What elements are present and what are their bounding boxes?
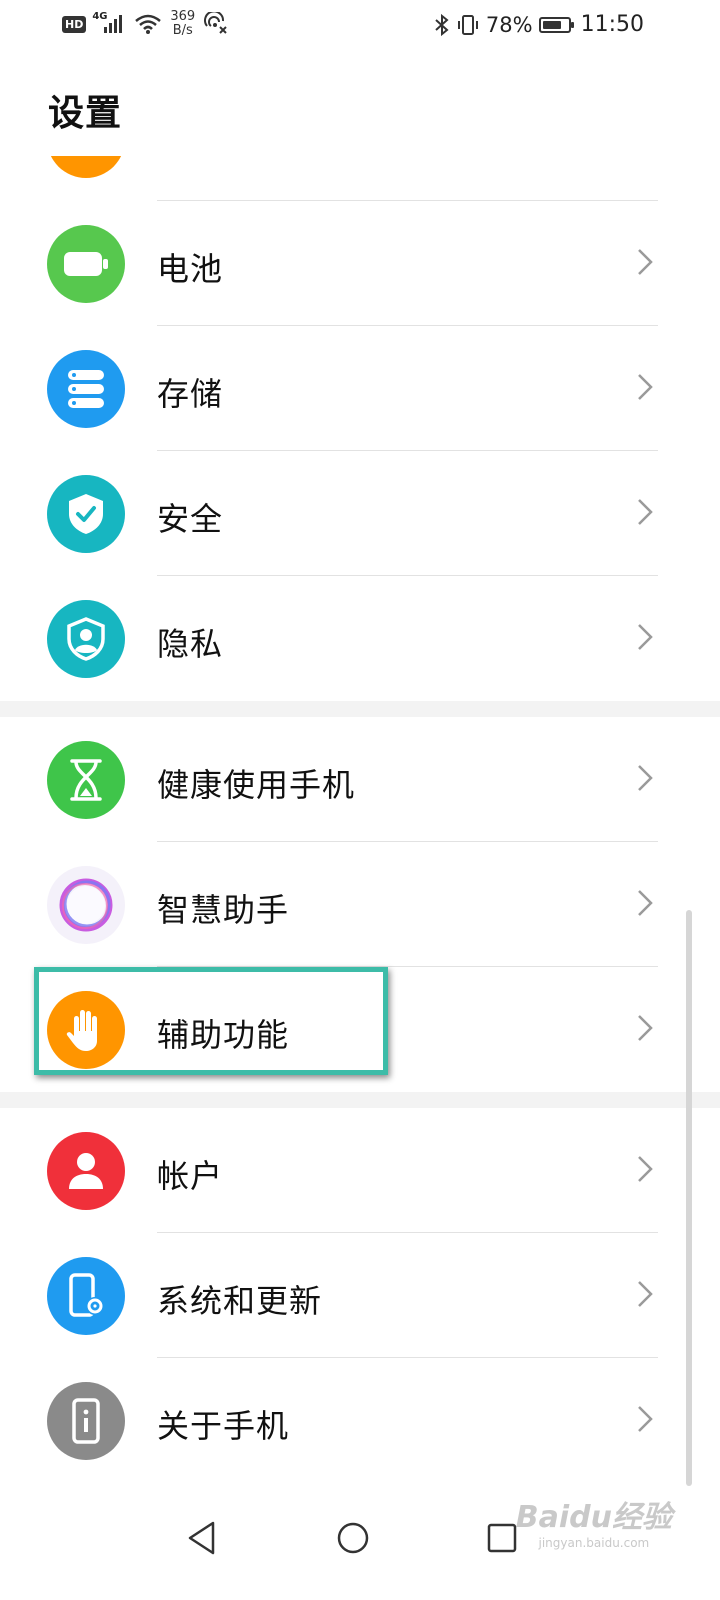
chevron-right-icon — [638, 1015, 653, 1041]
settings-item-label: 存储 — [157, 375, 224, 413]
chevron-right-icon — [638, 374, 653, 400]
shield-check-icon — [47, 475, 125, 553]
privacy-shield-icon — [47, 600, 125, 678]
settings-item-label: 电池 — [157, 250, 224, 288]
account-icon — [47, 1132, 125, 1210]
settings-item-label: 关于手机 — [157, 1407, 290, 1445]
phone-settings-icon — [47, 1257, 125, 1335]
settings-item-label: 系统和更新 — [157, 1282, 323, 1320]
settings-item-system-update[interactable]: 系统和更新 — [0, 1233, 720, 1358]
back-button[interactable] — [174, 1510, 230, 1566]
settings-item-storage[interactable]: 存储 — [0, 326, 720, 451]
speed-unit: B/s — [172, 23, 193, 38]
scrollbar[interactable] — [686, 910, 692, 1486]
hotspot-off-icon — [204, 12, 227, 34]
section-gap — [0, 1092, 720, 1108]
clock: 11:50 — [580, 12, 644, 37]
settings-item-label: 隐私 — [157, 625, 224, 663]
recents-icon — [487, 1523, 517, 1553]
watermark: Baidu经验 jingyan.baidu.com — [516, 1492, 672, 1550]
chevron-right-icon — [638, 499, 653, 525]
battery-icon — [538, 16, 574, 33]
settings-item-account[interactable]: 帐户 — [0, 1108, 720, 1233]
chevron-right-icon — [638, 765, 653, 791]
bluetooth-icon — [435, 13, 449, 36]
home-button[interactable] — [325, 1510, 381, 1566]
settings-list: 电池 存储 安全 隐私 健康使用手机 智慧助手 辅助功能 帐户 系统和更新 关于… — [0, 201, 720, 1483]
home-icon — [337, 1522, 369, 1554]
section-gap — [0, 701, 720, 717]
battery-icon — [47, 225, 125, 303]
hd-badge: HD — [62, 15, 87, 33]
chevron-right-icon — [638, 249, 653, 275]
storage-icon — [47, 350, 125, 428]
chevron-right-icon — [638, 624, 653, 650]
vibrate-icon — [457, 14, 478, 35]
chevron-right-icon — [638, 1281, 653, 1307]
status-right: 78% 11:50 — [434, 12, 644, 37]
status-left: HD 4G 369 B/s — [62, 10, 229, 38]
settings-item-digital-balance[interactable]: 健康使用手机 — [0, 717, 720, 842]
network-speed: 369 B/s — [170, 10, 195, 38]
section-system: 帐户 系统和更新 关于手机 — [0, 1108, 720, 1483]
network-type: 4G — [92, 11, 108, 22]
speed-value: 369 — [170, 9, 196, 24]
settings-item-battery[interactable]: 电池 — [0, 201, 720, 326]
settings-item-smart-assistant[interactable]: 智慧助手 — [0, 842, 720, 967]
annotation-highlight-box — [34, 967, 388, 1075]
settings-item-label: 健康使用手机 — [157, 766, 356, 804]
chevron-right-icon — [638, 890, 653, 916]
section-device: 电池 存储 安全 隐私 — [0, 201, 720, 701]
settings-item-label: 安全 — [157, 500, 224, 538]
watermark-url: jingyan.baidu.com — [538, 1536, 650, 1550]
settings-item-privacy[interactable]: 隐私 — [0, 576, 720, 701]
settings-item-security[interactable]: 安全 — [0, 451, 720, 576]
chevron-right-icon — [638, 1156, 653, 1182]
phone-info-icon — [47, 1382, 125, 1460]
page-title: 设置 — [48, 93, 123, 134]
signal-icon: 4G — [92, 11, 126, 35]
settings-item-label: 智慧助手 — [157, 891, 290, 929]
status-bar: HD 4G 369 B/s 78% 11:50 — [0, 0, 720, 56]
assistant-ring-icon — [47, 866, 125, 944]
back-icon — [188, 1521, 215, 1555]
settings-item-about-phone[interactable]: 关于手机 — [0, 1358, 720, 1483]
hourglass-icon — [47, 741, 125, 819]
wifi-icon — [135, 14, 162, 34]
settings-item-label: 帐户 — [157, 1157, 224, 1195]
chevron-right-icon — [638, 1406, 653, 1432]
battery-percent: 78% — [485, 12, 533, 37]
watermark-logo: Baidu经验 — [515, 1500, 672, 1535]
